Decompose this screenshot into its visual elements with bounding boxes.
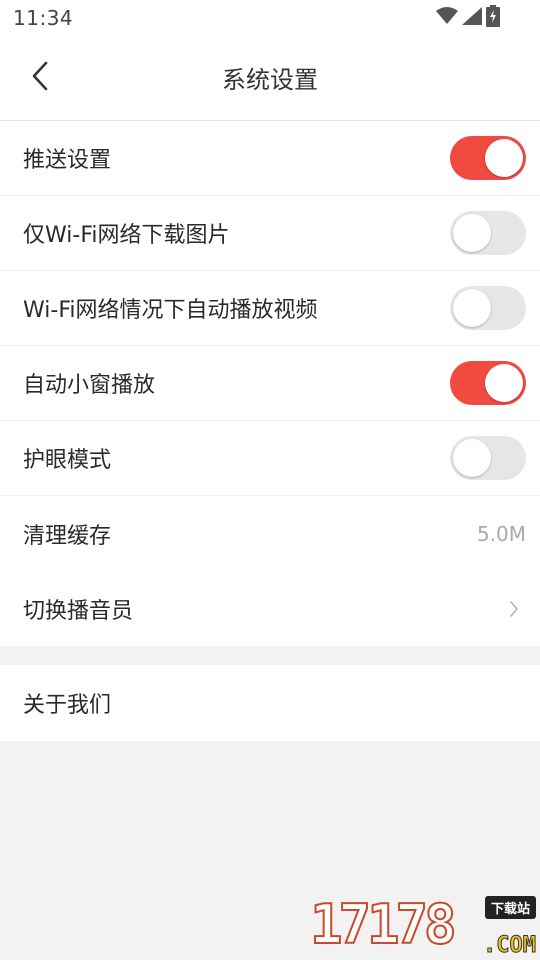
mini-window-toggle[interactable] [450,361,526,405]
setting-label: 自动小窗播放 [23,373,156,398]
about-section: 关于我们 [0,665,540,741]
setting-row-wifi-images[interactable]: 仅Wi-Fi网络下载图片 [0,196,540,271]
chevron-right-icon [504,598,524,620]
setting-row-eye-care[interactable]: 护眼模式 [0,421,540,496]
setting-label: 护眼模式 [23,448,112,473]
toggle-knob [453,214,491,252]
cache-size-value: 5.0M [476,521,526,546]
setting-label: 关于我们 [23,692,112,718]
toggle-knob [453,439,491,477]
wifi-icon [436,7,458,29]
page-title: 系统设置 [222,66,318,94]
status-time: 11:34 [13,6,74,30]
setting-label: 清理缓存 [23,523,112,549]
setting-label: 仅Wi-Fi网络下载图片 [23,223,230,248]
app-bar: 系统设置 [0,36,540,121]
watermark-logo: 17178 下载站 .COM [309,890,540,960]
cell-signal-icon [462,7,482,29]
toggle-knob [453,289,491,327]
status-icons [436,5,500,31]
setting-row-about[interactable]: 关于我们 [0,665,540,740]
setting-row-switch-announcer[interactable]: 切换播音员 [0,571,540,646]
watermark-digits: 17178 [309,892,458,957]
setting-row-wifi-autoplay[interactable]: Wi-Fi网络情况下自动播放视频 [0,271,540,346]
watermark-tag: 下载站 [484,896,536,919]
wifi-autoplay-toggle[interactable] [450,286,526,330]
setting-label: Wi-Fi网络情况下自动播放视频 [23,298,318,323]
setting-row-clear-cache[interactable]: 清理缓存 5.0M [0,496,540,571]
settings-list: 推送设置 仅Wi-Fi网络下载图片 Wi-Fi网络情况下自动播放视频 自动小窗播… [0,121,540,646]
eye-care-toggle[interactable] [450,436,526,480]
wifi-images-toggle[interactable] [450,211,526,255]
setting-label: 推送设置 [23,148,112,173]
push-toggle[interactable] [450,136,526,180]
battery-charging-icon [486,5,500,31]
status-bar: 11:34 [0,0,540,36]
setting-row-mini-window[interactable]: 自动小窗播放 [0,346,540,421]
setting-row-push[interactable]: 推送设置 [0,121,540,196]
toggle-knob [485,364,523,402]
toggle-knob [485,139,523,177]
setting-label: 切换播音员 [23,598,134,624]
watermark-domain: .COM [483,933,537,959]
